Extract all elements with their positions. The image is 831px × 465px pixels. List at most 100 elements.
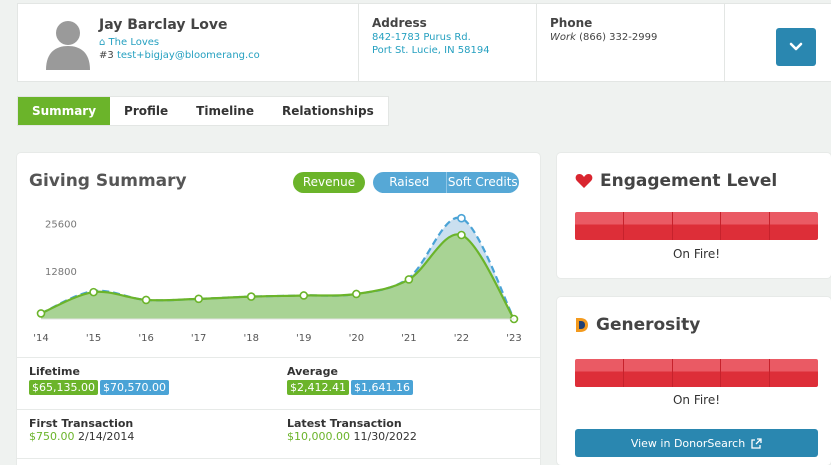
- phone-line: Work (866) 332-2999: [550, 32, 657, 43]
- x-tick-label: '19: [296, 333, 311, 344]
- phone-number[interactable]: (866) 332-2999: [579, 32, 657, 43]
- engagement-title-text: Engagement Level: [600, 171, 778, 191]
- giving-summary-title: Giving Summary: [29, 171, 187, 191]
- raised-point: [457, 213, 466, 223]
- revenue-point: [457, 230, 466, 240]
- latest-transaction-metric: Latest Transaction $10,000.00 11/30/2022: [287, 417, 417, 443]
- meter-segment: [575, 212, 624, 240]
- revenue-point: [194, 294, 203, 304]
- row-divider: [17, 458, 540, 459]
- home-icon: ⌂: [99, 37, 106, 48]
- row-divider: [17, 409, 540, 410]
- constituent-header: Jay Barclay Love ⌂ The Loves #3 test+big…: [17, 3, 831, 82]
- y-tick-label: 12800: [45, 267, 77, 278]
- revenue-toggle[interactable]: Revenue: [293, 172, 365, 193]
- heart-icon: [575, 173, 593, 189]
- giving-chart: 12800 25600 '14 '15 '16 '17 '18 '19 '20 '21 '22 '23: [33, 213, 522, 344]
- tab-timeline[interactable]: Timeline: [182, 97, 268, 125]
- tab-profile[interactable]: Profile: [110, 97, 182, 125]
- engagement-title: Engagement Level: [575, 171, 777, 191]
- revenue-point: [141, 295, 151, 305]
- x-tick-label: '18: [243, 333, 258, 344]
- constituent-name: Jay Barclay Love: [99, 17, 228, 33]
- view-in-donorsearch-label: View in DonorSearch: [630, 436, 746, 450]
- average-label: Average: [287, 365, 338, 378]
- revenue-point: [36, 309, 46, 318]
- latest-transaction-date: 11/30/2022: [353, 430, 417, 443]
- meter-segment: [721, 212, 771, 240]
- constituent-id-email: #3 test+bigjay@bloomerang.co: [99, 50, 260, 61]
- address-line-1[interactable]: 842-1783 Purus Rd.: [372, 32, 490, 43]
- x-tick-label: '17: [191, 333, 206, 344]
- address-line-2[interactable]: Port St. Lucie, IN 58194: [372, 45, 490, 56]
- engagement-level-label: On Fire!: [672, 247, 721, 261]
- generosity-meter: [575, 359, 818, 387]
- x-tick-label: '23: [506, 333, 521, 344]
- view-in-donorsearch-button[interactable]: View in DonorSearch: [575, 429, 818, 457]
- chevron-down-icon: [789, 42, 803, 51]
- first-transaction-metric: First Transaction $750.00 2/14/2014: [29, 417, 134, 443]
- generosity-panel: Generosity On Fire! View in DonorSearch: [557, 297, 831, 465]
- x-tick-label: '16: [138, 333, 153, 344]
- meter-segment: [623, 212, 673, 240]
- y-tick-label: 25600: [45, 219, 77, 230]
- expand-header-button[interactable]: [776, 28, 816, 66]
- generosity-title-text: Generosity: [596, 315, 701, 335]
- first-transaction-label: First Transaction: [29, 417, 134, 430]
- revenue-point: [352, 289, 361, 299]
- lifetime-metric: Lifetime $65,135.00 $70,570.00: [29, 365, 171, 395]
- row-divider: [17, 357, 540, 358]
- phone-type: Work: [550, 32, 576, 43]
- first-transaction-date: 2/14/2014: [78, 430, 135, 443]
- external-link-icon: [751, 437, 762, 449]
- first-transaction-amount[interactable]: $750.00: [29, 430, 75, 443]
- meter-segment: [770, 212, 818, 240]
- giving-summary-panel: Giving Summary Revenue Raised Soft Credi…: [17, 153, 540, 465]
- meter-segment: [770, 359, 818, 387]
- tab-summary[interactable]: Summary: [18, 97, 111, 125]
- revenue-area: [41, 234, 514, 319]
- lifetime-raised-badge: $70,570.00: [99, 380, 169, 395]
- phone-title: Phone: [550, 16, 593, 30]
- average-metric: Average $2,412.41 $1,641.16: [287, 365, 415, 395]
- x-tick-label: '22: [454, 333, 469, 344]
- x-tick-label: '20: [349, 333, 364, 344]
- divider: [536, 4, 537, 81]
- meter-segment: [672, 359, 722, 387]
- phone-block: Phone Work (866) 332-2999: [550, 16, 657, 43]
- raised-softcredit-toggle-group: Raised Soft Credits: [373, 172, 519, 193]
- divider: [724, 4, 725, 81]
- lifetime-revenue-badge: $65,135.00: [29, 380, 98, 395]
- lifetime-label: Lifetime: [29, 365, 80, 378]
- x-tick-label: '14: [33, 333, 48, 344]
- latest-transaction-label: Latest Transaction: [287, 417, 402, 430]
- revenue-point: [246, 292, 256, 301]
- latest-transaction-amount[interactable]: $10,000.00: [287, 430, 350, 443]
- soft-credits-toggle[interactable]: Soft Credits: [445, 172, 520, 193]
- avatar: [44, 16, 92, 70]
- raised-toggle[interactable]: Raised: [373, 172, 446, 193]
- meter-segment: [672, 212, 722, 240]
- address-block: Address 842-1783 Purus Rd. Port St. Luci…: [372, 16, 490, 56]
- donorsearch-logo-icon: [575, 317, 589, 333]
- x-tick-label: '21: [401, 333, 416, 344]
- address-title: Address: [372, 16, 427, 30]
- average-revenue-badge: $2,412.41: [287, 380, 349, 395]
- engagement-meter: [575, 212, 818, 240]
- generosity-level-label: On Fire!: [672, 393, 721, 407]
- meter-segment: [721, 359, 771, 387]
- household-link[interactable]: ⌂ The Loves: [99, 37, 260, 48]
- revenue-point: [404, 275, 414, 284]
- revenue-point: [89, 287, 98, 297]
- email-link[interactable]: test+bigjay@bloomerang.co: [117, 50, 260, 61]
- tab-relationships[interactable]: Relationships: [268, 97, 388, 125]
- constituent-tabs: Summary Profile Timeline Relationships: [17, 96, 389, 126]
- meter-segment: [623, 359, 673, 387]
- meter-segment: [575, 359, 624, 387]
- average-raised-badge: $1,641.16: [350, 380, 413, 395]
- x-tick-label: '15: [86, 333, 101, 344]
- revenue-point: [299, 291, 309, 300]
- constituent-id: #3: [99, 50, 114, 61]
- divider: [358, 4, 359, 81]
- generosity-title: Generosity: [575, 315, 700, 335]
